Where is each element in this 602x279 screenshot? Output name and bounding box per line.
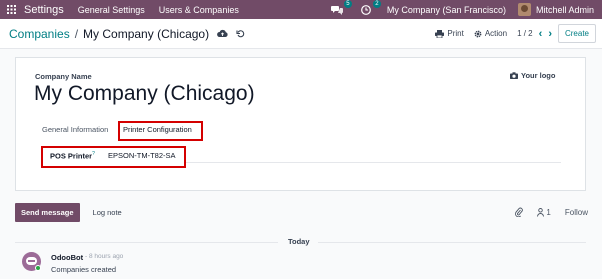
message-time: - 8 hours ago	[85, 253, 124, 260]
top-navbar: Settings General Settings Users & Compan…	[0, 0, 602, 19]
menu-general-settings[interactable]: General Settings	[78, 5, 145, 15]
create-button[interactable]: Create	[557, 24, 596, 43]
user-avatar[interactable]	[517, 3, 531, 16]
chat-count-badge: 5	[343, 0, 352, 8]
chatter-message: OdooBot - 8 hours ago Companies created	[22, 251, 582, 277]
followers-button[interactable]: 1	[537, 207, 551, 217]
cloud-upload-icon[interactable]	[217, 29, 228, 38]
pos-printer-row: POS Printer? EPSON-TM-T82-SA	[35, 146, 561, 168]
followers-count: 1	[546, 207, 551, 217]
pager-previous-icon[interactable]: ‹	[539, 28, 543, 40]
form-sheet: Company Name My Company (Chicago) Your l…	[15, 57, 586, 191]
apps-grid-icon[interactable]	[0, 0, 22, 19]
tab-highlight-box	[118, 121, 203, 141]
paperclip-icon	[515, 207, 524, 217]
form-tabs: General Information Printer Configuratio…	[36, 121, 566, 141]
breadcrumb-separator: /	[74, 26, 79, 41]
logo-label: Your logo	[521, 71, 556, 80]
control-panel: Companies / My Company (Chicago) Print A…	[0, 19, 602, 49]
message-body: Companies created	[51, 265, 117, 274]
date-separator: Today	[0, 237, 602, 248]
logo-upload[interactable]: Your logo	[510, 71, 555, 80]
follow-button[interactable]: Follow	[565, 208, 588, 217]
gear-icon	[474, 30, 482, 37]
action-label: Action	[484, 29, 508, 38]
separator-line-left	[15, 242, 278, 243]
menu-users-companies[interactable]: Users & Companies	[159, 5, 239, 15]
app-brand[interactable]: Settings	[24, 4, 64, 16]
send-message-button[interactable]: Send message	[15, 202, 80, 222]
pager-next-icon[interactable]: ›	[548, 28, 552, 40]
date-separator-label: Today	[288, 237, 310, 246]
log-note-button[interactable]: Log note	[93, 208, 122, 217]
clock-icon	[361, 4, 371, 15]
separator-line-right	[318, 242, 586, 243]
action-button[interactable]: Action	[474, 29, 507, 38]
pos-printer-highlight-box	[41, 146, 186, 168]
activity-button[interactable]: 2	[358, 0, 381, 17]
chat-button[interactable]: 5	[329, 0, 352, 17]
breadcrumb-current: My Company (Chicago)	[83, 26, 210, 41]
pager-value[interactable]: 1 / 2	[517, 29, 533, 38]
pos-printer-underline	[185, 162, 561, 163]
activity-count-badge: 2	[372, 0, 381, 8]
print-label: Print	[447, 29, 464, 38]
chat-bubbles-icon	[330, 5, 343, 15]
message-author[interactable]: OdooBot	[51, 253, 83, 262]
company-name-field[interactable]: My Company (Chicago)	[34, 82, 255, 106]
chatter-toolbar: Send message Log note 1 Follow	[0, 199, 602, 225]
user-icon	[537, 207, 545, 217]
undo-icon[interactable]	[236, 29, 245, 38]
company-switcher[interactable]: My Company (San Francisco)	[387, 5, 506, 15]
user-menu[interactable]: Mitchell Admin	[536, 5, 594, 15]
attachment-button[interactable]	[515, 207, 524, 217]
breadcrumb-companies[interactable]: Companies	[9, 27, 70, 41]
tab-general-information[interactable]: General Information	[42, 125, 108, 134]
camera-icon	[510, 72, 518, 79]
online-status-icon	[35, 265, 41, 271]
company-name-label: Company Name	[35, 72, 92, 81]
printer-icon	[435, 29, 445, 38]
print-button[interactable]: Print	[435, 29, 464, 38]
follow-label: Follow	[564, 207, 588, 217]
